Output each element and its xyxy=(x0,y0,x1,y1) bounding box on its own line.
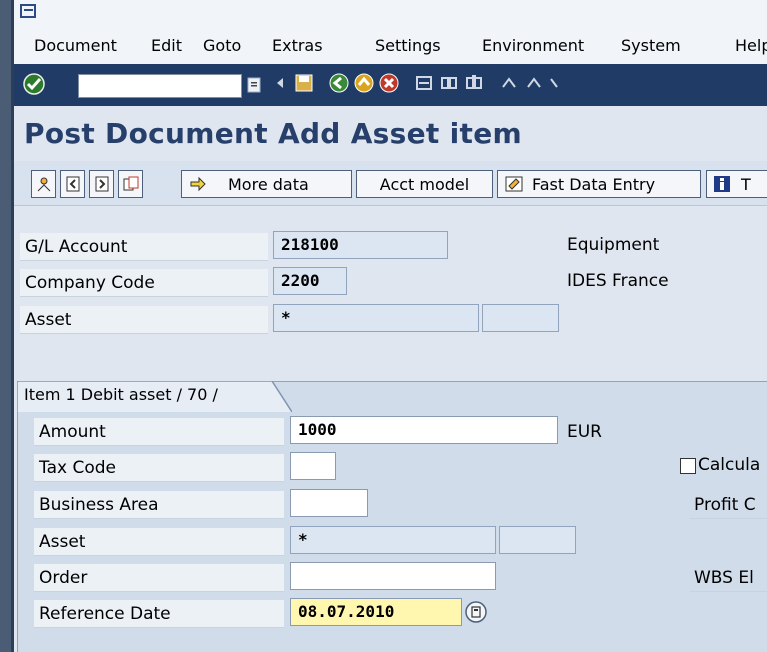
currency-text: EUR xyxy=(567,422,602,442)
previous-item-button[interactable] xyxy=(60,170,85,198)
item-asset-label: Asset xyxy=(34,528,284,556)
find-next-icon[interactable] xyxy=(462,71,486,95)
person-tree-icon xyxy=(37,177,50,192)
asset-field: * xyxy=(273,304,479,332)
menu-help[interactable]: Help xyxy=(735,36,767,55)
asset-subnumber-field xyxy=(482,304,559,332)
company-code-field: 2200 xyxy=(273,267,347,295)
tax-code-field[interactable] xyxy=(290,452,336,480)
amount-field[interactable]: 1000 xyxy=(290,416,558,444)
item-asset-field: * xyxy=(290,526,496,554)
acct-model-button[interactable]: Acct model xyxy=(356,170,493,198)
menu-edit[interactable]: Edit xyxy=(151,36,182,55)
next-doc-icon xyxy=(95,176,108,192)
item-asset-subnumber-field xyxy=(499,526,576,554)
find-icon[interactable] xyxy=(437,71,461,95)
next-item-button[interactable] xyxy=(89,170,114,198)
exit-yellow-icon[interactable] xyxy=(352,71,376,95)
reference-date-label: Reference Date xyxy=(34,600,284,628)
profit-center-label: Profit C xyxy=(690,491,767,519)
previous-page-icon[interactable] xyxy=(522,71,546,95)
tax-code-label: Tax Code xyxy=(34,454,284,482)
back-green-icon[interactable] xyxy=(327,71,351,95)
command-field[interactable] xyxy=(78,74,242,98)
menu-extras[interactable]: Extras xyxy=(272,36,323,55)
back-arrow-icon[interactable] xyxy=(268,71,292,95)
wbs-element-label: WBS El xyxy=(690,564,767,592)
reference-date-field[interactable]: 08.07.2010 xyxy=(290,598,462,626)
asset-label: Asset xyxy=(20,306,268,334)
menu-system[interactable]: System xyxy=(621,36,681,55)
order-field[interactable] xyxy=(290,562,496,590)
gl-account-text: Equipment xyxy=(567,235,660,255)
gl-account-field: 218100 xyxy=(273,231,448,259)
item-tab-label[interactable]: Item 1 Debit asset / 70 / xyxy=(24,385,218,404)
first-page-icon[interactable] xyxy=(497,71,521,95)
menu-document[interactable]: Document xyxy=(34,36,117,55)
fast-entry-icon xyxy=(505,176,523,192)
info-button[interactable]: T xyxy=(706,170,767,198)
previous-doc-icon xyxy=(66,176,79,192)
gl-account-label: G/L Account xyxy=(20,233,268,261)
overview-icon xyxy=(123,176,138,191)
info-icon xyxy=(714,176,730,192)
save-icon[interactable] xyxy=(292,71,316,95)
menu-settings[interactable]: Settings xyxy=(375,36,441,55)
next-page-icon[interactable] xyxy=(545,71,569,95)
order-label: Order xyxy=(34,564,284,592)
cancel-red-icon[interactable] xyxy=(377,71,401,95)
calendar-search-icon[interactable] xyxy=(464,600,490,624)
print-icon[interactable] xyxy=(412,71,436,95)
fast-data-entry-button[interactable]: Fast Data Entry xyxy=(497,170,701,198)
page-title: Post Document Add Asset item xyxy=(24,117,522,150)
menu-goto[interactable]: Goto xyxy=(203,36,241,55)
calculate-tax-checkbox[interactable] xyxy=(680,458,696,474)
business-area-field[interactable] xyxy=(290,489,368,517)
amount-label: Amount xyxy=(34,418,284,446)
company-code-text: IDES France xyxy=(567,271,669,291)
menu-environment[interactable]: Environment xyxy=(482,36,584,55)
command-history-icon[interactable] xyxy=(246,76,262,94)
calculate-tax-label: Calcula xyxy=(698,455,761,475)
business-area-label: Business Area xyxy=(34,491,284,519)
arrow-right-icon xyxy=(190,176,206,192)
tree-on-button[interactable] xyxy=(31,170,56,198)
more-data-button[interactable]: More data xyxy=(181,170,352,198)
overview-button[interactable] xyxy=(118,170,143,198)
company-code-label: Company Code xyxy=(20,269,268,297)
left-frame-edge xyxy=(0,0,11,652)
system-menu-icon[interactable] xyxy=(20,4,36,18)
enter-check-icon[interactable] xyxy=(22,72,48,96)
